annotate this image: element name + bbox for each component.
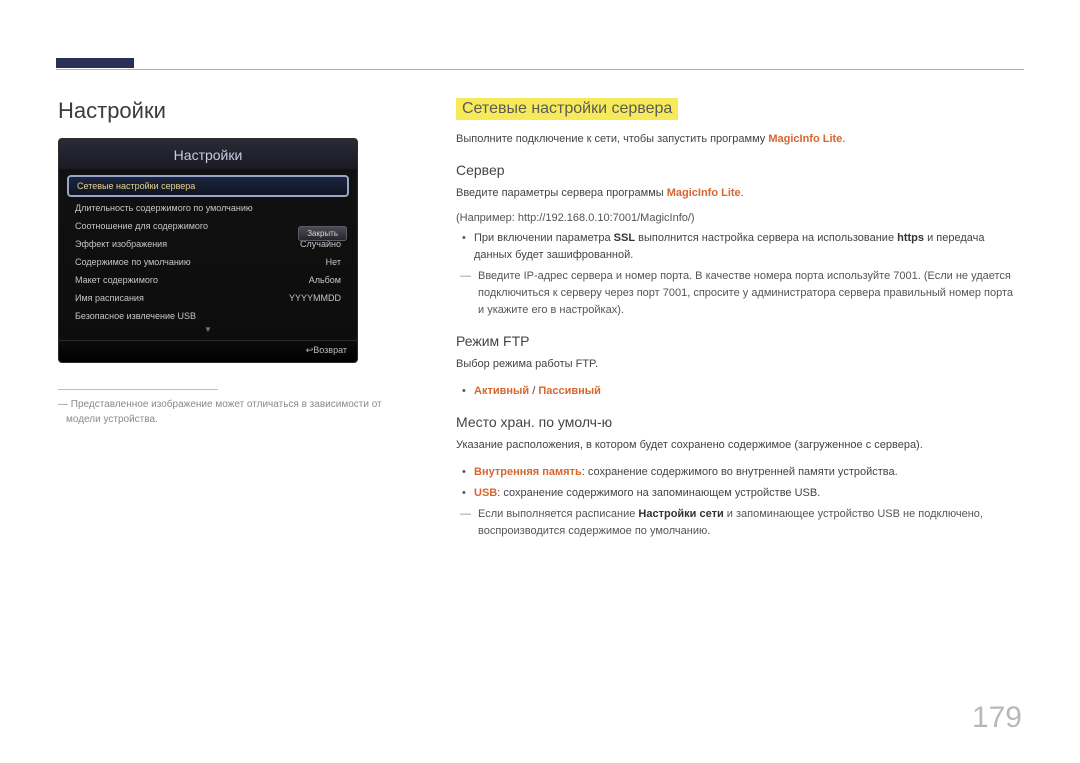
brand-name: MagicInfo Lite xyxy=(667,187,741,199)
menu-item-value: Нет xyxy=(326,257,341,267)
storage-internal: Внутренняя память: сохранение содержимог… xyxy=(474,464,1022,481)
server-dash-note: Введите IP-адрес сервера и номер порта. … xyxy=(456,268,1022,319)
header-rule xyxy=(56,58,1024,70)
menu-item-label: Соотношение для содержимого xyxy=(75,221,208,231)
menu-item-value: YYYYMMDD xyxy=(289,293,341,303)
storage-usb: USB: сохранение содержимого на запоминаю… xyxy=(474,485,1022,502)
storage-bullets: Внутренняя память: сохранение содержимог… xyxy=(456,464,1022,502)
usb-label: USB xyxy=(474,487,497,499)
server-text-a: Введите параметры сервера программы xyxy=(456,187,667,199)
server-line1: Введите параметры сервера программы Magi… xyxy=(456,186,1022,202)
ssl-bold: SSL xyxy=(614,232,635,244)
left-divider xyxy=(58,389,218,390)
menu-item-content-duration[interactable]: Длительность содержимого по умолчанию xyxy=(67,199,349,217)
device-footer: ↩Возврат xyxy=(59,340,357,362)
internal-text: : сохранение содержимого во внутренней п… xyxy=(582,466,898,478)
ftp-sep: / xyxy=(529,385,538,397)
menu-item-label: Длительность содержимого по умолчанию xyxy=(75,203,253,213)
ftp-line1: Выбор режима работы FTP. xyxy=(456,357,1022,373)
menu-item-server-network-settings[interactable]: Сетевые настройки сервера xyxy=(67,175,349,197)
device-screenshot: Настройки Сетевые настройки сервера Длит… xyxy=(58,138,358,363)
intro-paragraph: Выполните подключение к сети, чтобы запу… xyxy=(456,132,1022,148)
left-title: Настройки xyxy=(58,98,408,124)
menu-item-safe-usb-removal[interactable]: Безопасное извлечение USB xyxy=(67,307,349,325)
disclaimer-note: ― Представленное изображение может отлич… xyxy=(58,398,408,427)
storage-heading: Место хран. по умолч-ю xyxy=(456,414,1022,430)
scroll-down-icon: ▼ xyxy=(67,325,349,336)
b-text-b: выполнится настройка сервера на использо… xyxy=(635,232,897,244)
server-bullet-ssl: При включении параметра SSL выполнится н… xyxy=(474,230,1022,264)
https-bold: https xyxy=(897,232,924,244)
server-bullets: При включении параметра SSL выполнится н… xyxy=(456,230,1022,264)
menu-item-label: Эффект изображения xyxy=(75,239,167,249)
menu-item-label: Макет содержимого xyxy=(75,275,158,285)
internal-label: Внутренняя память xyxy=(474,466,582,478)
intro-dot: . xyxy=(842,133,845,145)
server-heading: Сервер xyxy=(456,162,1022,178)
ftp-active: Активный xyxy=(474,385,529,397)
menu-item-default-content[interactable]: Содержимое по умолчанию Нет xyxy=(67,253,349,271)
menu-item-schedule-name[interactable]: Имя расписания YYYYMMDD xyxy=(67,289,349,307)
server-example: (Например: http://192.168.0.10:7001/Magi… xyxy=(456,212,1022,224)
intro-text: Выполните подключение к сети, чтобы запу… xyxy=(456,133,768,145)
ftp-bullets: Активный / Пассивный xyxy=(456,383,1022,400)
menu-item-label: Содержимое по умолчанию xyxy=(75,257,191,267)
ftp-mode-options: Активный / Пассивный xyxy=(474,383,1022,400)
device-menu: Сетевые настройки сервера Длительность с… xyxy=(59,169,357,340)
menu-item-value: Альбом xyxy=(309,275,341,285)
server-dot: . xyxy=(741,187,744,199)
right-column: Сетевые настройки сервера Выполните подк… xyxy=(456,98,1022,723)
ftp-passive: Пассивный xyxy=(538,385,601,397)
ftp-heading: Режим FTP xyxy=(456,333,1022,349)
b-text-a: При включении параметра xyxy=(474,232,614,244)
device-screen-title: Настройки xyxy=(59,139,357,169)
dash-a: Если выполняется расписание xyxy=(478,508,638,520)
usb-text: : сохранение содержимого на запоминающем… xyxy=(497,487,820,499)
page-number: 179 xyxy=(972,701,1022,735)
left-column: Настройки Настройки Сетевые настройки се… xyxy=(58,98,408,723)
storage-dash-note: Если выполняется расписание Настройки се… xyxy=(456,506,1022,540)
note-dash: ― xyxy=(58,399,68,410)
menu-item-label: Безопасное извлечение USB xyxy=(75,311,196,321)
page-content: Настройки Настройки Сетевые настройки се… xyxy=(58,98,1022,723)
menu-item-label: Имя расписания xyxy=(75,293,144,303)
brand-name: MagicInfo Lite xyxy=(768,133,842,145)
network-settings-bold: Настройки сети xyxy=(638,508,723,520)
storage-line1: Указание расположения, в котором будет с… xyxy=(456,438,1022,454)
close-button[interactable]: Закрыть xyxy=(298,226,347,241)
note-text: Представленное изображение может отличат… xyxy=(66,399,382,425)
menu-item-content-layout[interactable]: Макет содержимого Альбом xyxy=(67,271,349,289)
section-title-highlight: Сетевые настройки сервера xyxy=(456,98,678,120)
return-label: Возврат xyxy=(313,345,347,355)
